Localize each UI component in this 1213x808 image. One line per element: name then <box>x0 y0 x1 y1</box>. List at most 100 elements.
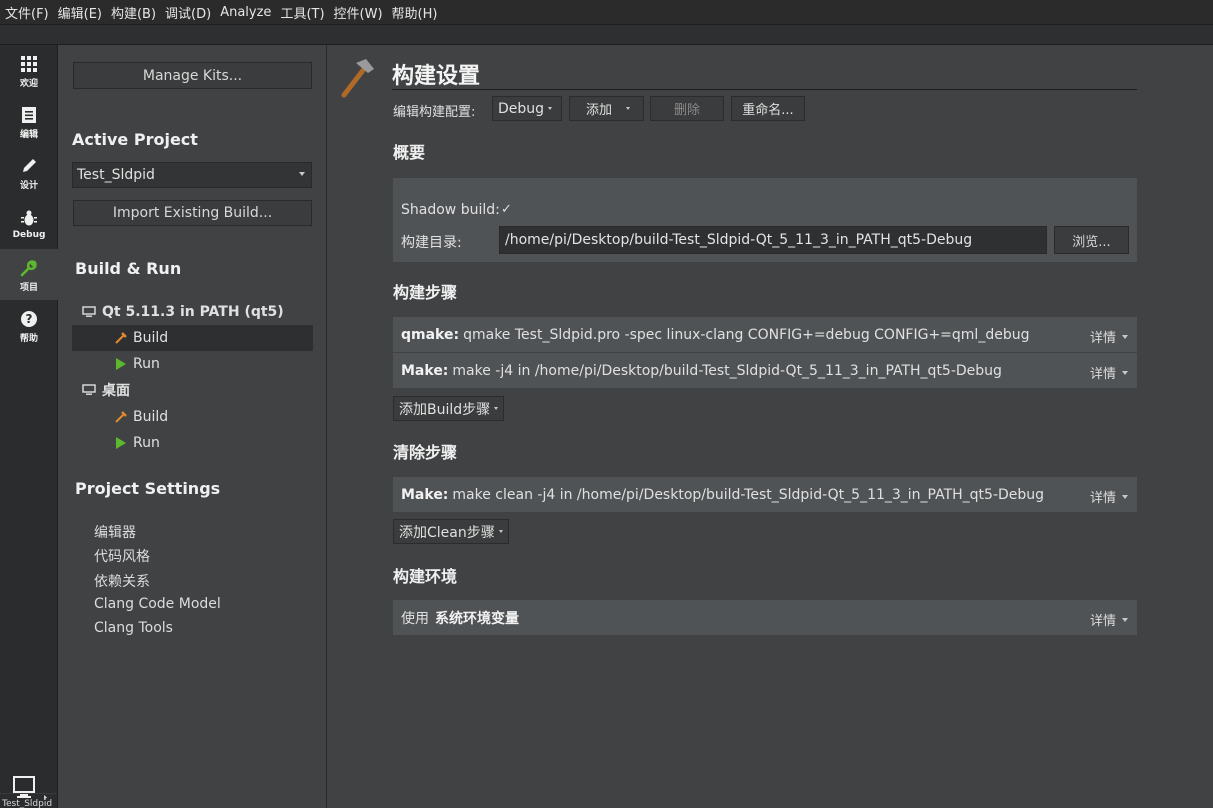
build-env-details[interactable]: 详情 <box>1083 610 1128 629</box>
menu-bar: 文件(F) 编辑(E) 构建(B) 调试(D) Analyze 工具(T) 控件… <box>0 0 1213 24</box>
clean-step-make-details[interactable]: 详情 <box>1083 487 1128 506</box>
pencil-icon <box>17 155 41 177</box>
menu-help[interactable]: 帮助(H) <box>389 3 444 22</box>
hammer-icon <box>115 332 127 344</box>
shadow-build-checkbox[interactable]: ✓ <box>501 202 512 217</box>
rename-config-button[interactable]: 重命名... <box>731 96 805 121</box>
build-step-qmake-text: qmake Test_Sldpid.pro -spec linux-clang … <box>463 326 1030 343</box>
settings-editor[interactable]: 编辑器 <box>94 522 136 542</box>
kit-qt5-run-item[interactable]: Run <box>72 351 313 377</box>
build-step-make[interactable]: Make: make -j4 in /home/pi/Desktop/build… <box>393 353 1137 388</box>
clean-step-make[interactable]: Make: make clean -j4 in /home/pi/Desktop… <box>393 477 1137 512</box>
build-step-make-text: make -j4 in /home/pi/Desktop/build-Test_… <box>452 362 1002 379</box>
kit-desktop-item[interactable]: 桌面 <box>72 377 313 403</box>
play-icon <box>116 437 126 449</box>
chevron-down-icon <box>498 530 503 533</box>
project-navigation-pane: Manage Kits... Active Project Test_Sldpi… <box>59 45 327 808</box>
menu-build[interactable]: 构建(B) <box>108 3 162 22</box>
settings-code-style[interactable]: 代码风格 <box>94 546 150 566</box>
chevron-down-icon <box>1122 494 1128 499</box>
build-step-qmake-name: qmake: <box>401 326 460 343</box>
add-build-step-label: 添加Build步骤 <box>399 401 491 418</box>
kit-desktop-run-item[interactable]: Run <box>72 430 313 456</box>
mode-help[interactable]: ? 帮助 <box>0 300 58 351</box>
build-env-value: 系统环境变量 <box>435 610 519 627</box>
grid-icon <box>17 53 41 75</box>
mode-debug[interactable]: Debug <box>0 198 58 249</box>
clean-step-make-text: make clean -j4 in /home/pi/Desktop/build… <box>452 486 1045 503</box>
mode-edit[interactable]: 编辑 <box>0 96 58 147</box>
add-config-label: 添加 <box>586 103 613 118</box>
delete-config-button[interactable]: 删除 <box>650 96 724 121</box>
mode-debug-label: Debug <box>12 230 46 240</box>
mode-help-label: 帮助 <box>19 333 38 344</box>
build-step-qmake[interactable]: qmake: qmake Test_Sldpid.pro -spec linux… <box>393 317 1137 352</box>
details-label: 详情 <box>1089 331 1116 346</box>
add-config-button[interactable]: 添加 <box>569 96 644 121</box>
build-config-value: Debug <box>498 100 545 117</box>
bug-icon <box>17 207 41 229</box>
build-dir-field[interactable]: /home/pi/Desktop/build-Test_Sldpid-Qt_5_… <box>499 226 1047 254</box>
mode-welcome-label: 欢迎 <box>19 78 38 89</box>
shadow-build-label: Shadow build: <box>401 202 500 218</box>
overview-panel: Shadow build: ✓ 构建目录: /home/pi/Desktop/b… <box>393 178 1137 262</box>
kit-qt5-item[interactable]: Qt 5.11.3 in PATH (qt5) <box>72 299 313 325</box>
build-step-make-name: Make: <box>401 362 449 379</box>
active-project-heading: Active Project <box>72 130 198 149</box>
clean-steps-heading: 清除步骤 <box>393 443 458 462</box>
add-build-step-button[interactable]: 添加Build步骤 <box>393 396 505 421</box>
mode-bar: 欢迎 编辑 设计 Debug 项目 ? 帮助 Test_Sldpid <box>0 45 58 808</box>
mode-design[interactable]: 设计 <box>0 147 58 198</box>
menu-controls[interactable]: 控件(W) <box>331 3 389 22</box>
menu-debug[interactable]: 调试(D) <box>162 3 217 22</box>
kit-qt5-build-item[interactable]: Build <box>72 325 313 351</box>
mode-projects-label: 项目 <box>19 282 38 293</box>
menu-file[interactable]: 文件(F) <box>2 3 55 22</box>
chevron-down-icon <box>626 107 631 110</box>
kit-desktop-run-label: Run <box>133 435 160 451</box>
kit-desktop-build-label: Build <box>133 409 169 425</box>
kit-qt5-label: Qt 5.11.3 in PATH (qt5) <box>102 304 284 320</box>
details-label: 详情 <box>1089 367 1116 382</box>
chevron-down-icon <box>1122 370 1128 375</box>
kit-selector-button[interactable] <box>12 775 48 803</box>
kit-desktop-label: 桌面 <box>102 383 130 399</box>
title-divider <box>392 89 1137 90</box>
chevron-down-icon <box>494 407 499 410</box>
build-env-row[interactable]: 使用 系统环境变量 详情 <box>393 600 1137 635</box>
mode-welcome[interactable]: 欢迎 <box>0 45 58 96</box>
menu-edit[interactable]: 编辑(E) <box>55 3 108 22</box>
settings-clang-code-model[interactable]: Clang Code Model <box>94 596 221 612</box>
build-step-make-details[interactable]: 详情 <box>1083 363 1128 382</box>
import-existing-build-button[interactable]: Import Existing Build... <box>73 200 312 226</box>
document-icon <box>17 104 41 126</box>
chevron-down-icon <box>548 107 553 110</box>
build-config-select[interactable]: Debug <box>492 96 562 121</box>
monitor-icon <box>13 776 47 800</box>
menu-analyze[interactable]: Analyze <box>217 5 277 20</box>
chevron-down-icon <box>299 172 305 176</box>
monitor-icon <box>82 384 96 395</box>
build-env-use-label: 使用 <box>401 610 429 627</box>
build-settings-panel: 构建设置 编辑构建配置: Debug 添加 删除 重命名... 概要 Shado… <box>328 45 1213 808</box>
add-clean-step-button[interactable]: 添加Clean步骤 <box>393 519 509 544</box>
toolbar-strip <box>0 24 1213 45</box>
play-icon <box>116 358 126 370</box>
hammer-icon <box>341 59 374 98</box>
settings-clang-tools[interactable]: Clang Tools <box>94 620 173 636</box>
monitor-icon <box>82 306 96 317</box>
build-dir-label: 构建目录: <box>401 235 462 251</box>
active-project-select[interactable]: Test_Sldpid <box>72 162 312 188</box>
settings-dependencies[interactable]: 依赖关系 <box>94 571 150 591</box>
build-step-qmake-details[interactable]: 详情 <box>1083 327 1128 346</box>
menu-tools[interactable]: 工具(T) <box>277 3 330 22</box>
wrench-icon <box>17 257 41 279</box>
build-steps-heading: 构建步骤 <box>393 283 458 302</box>
browse-button[interactable]: 浏览... <box>1054 226 1129 254</box>
mode-projects[interactable]: 项目 <box>0 249 58 300</box>
manage-kits-button[interactable]: Manage Kits... <box>73 62 312 89</box>
kit-qt5-run-label: Run <box>133 356 160 372</box>
kit-desktop-build-item[interactable]: Build <box>72 404 313 430</box>
svg-text:?: ? <box>26 312 33 326</box>
clean-step-make-name: Make: <box>401 486 449 503</box>
